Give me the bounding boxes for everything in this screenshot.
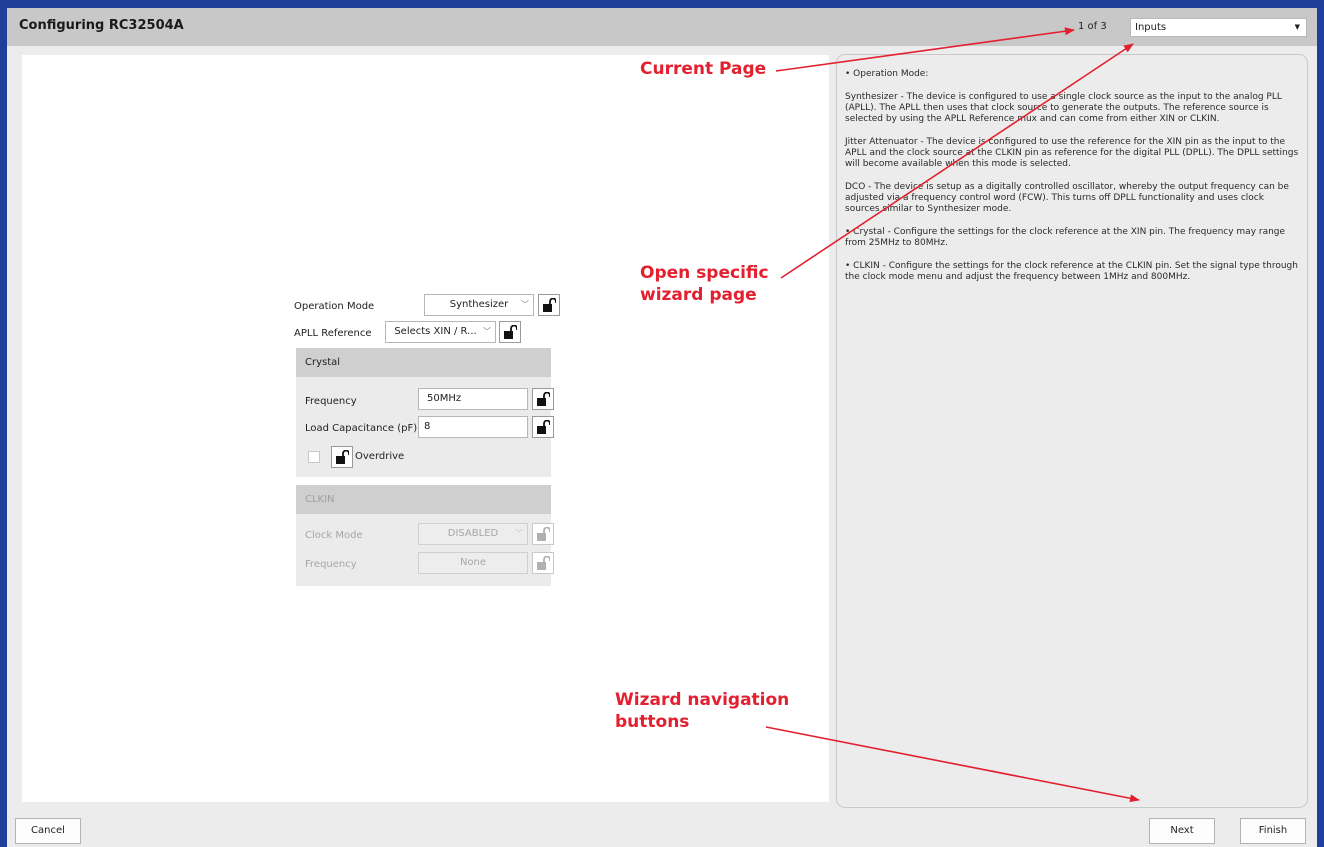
annotation-arrows [765,27,1140,803]
arrow-current-page [775,27,1075,72]
arrow-wizard-nav [765,726,1140,803]
arrow-open-specific [780,43,1134,279]
